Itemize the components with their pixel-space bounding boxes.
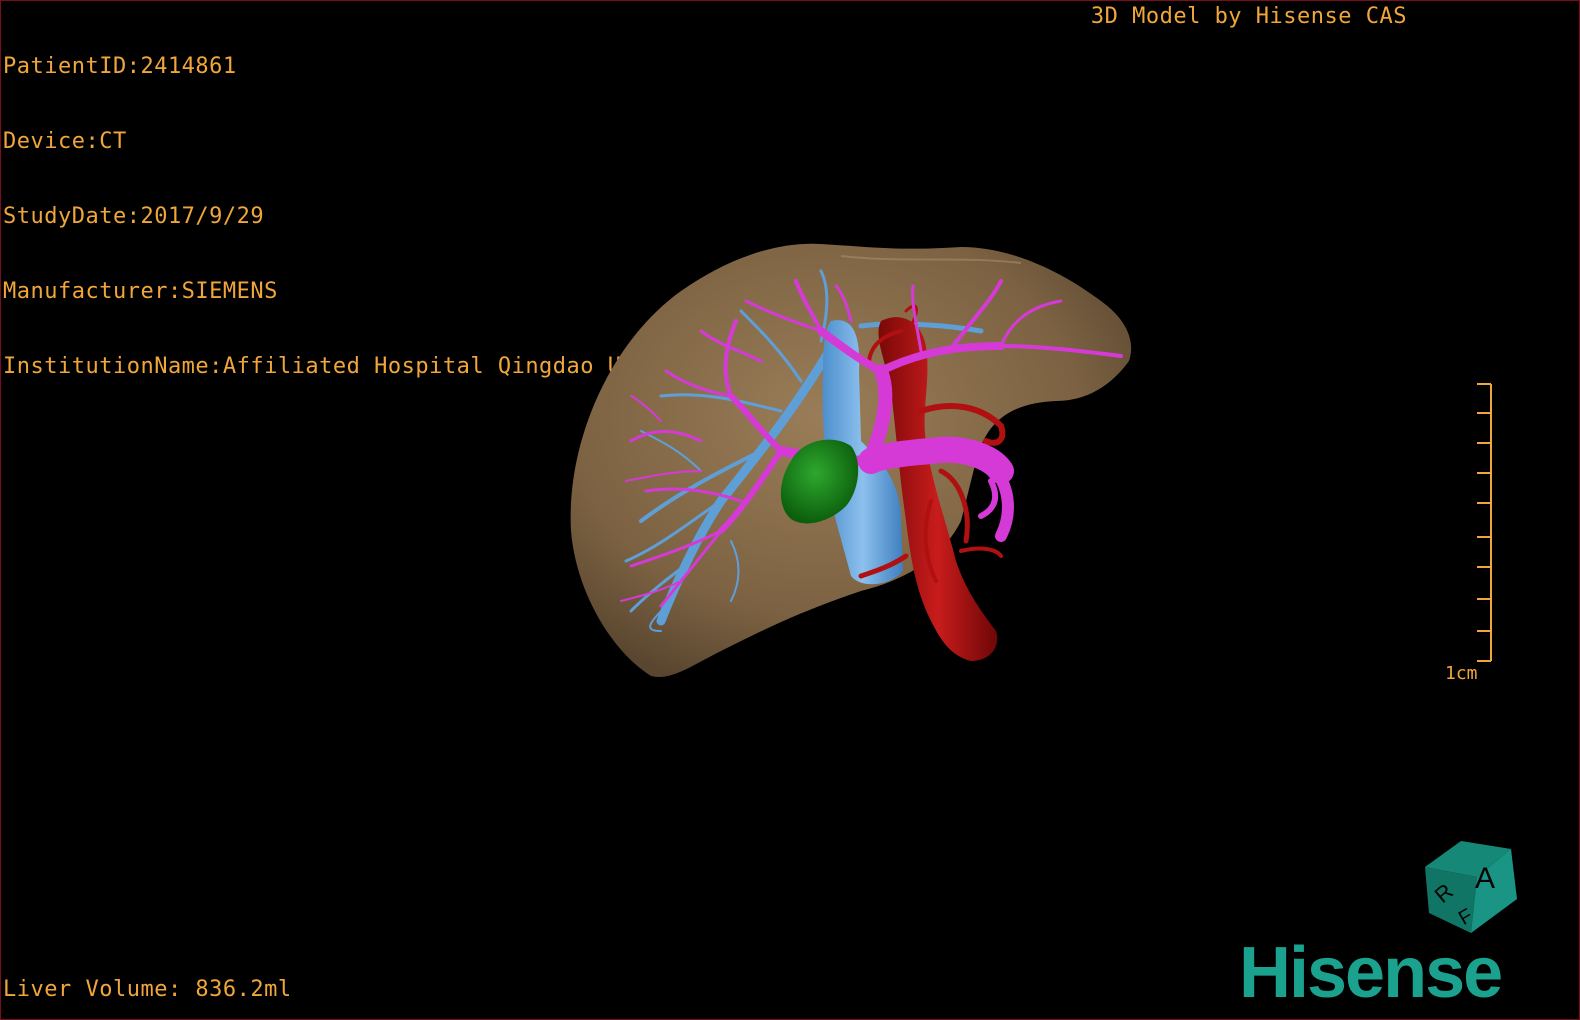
liver-volume: Liver Volume: 836.2ml [3,977,292,1002]
orientation-cube[interactable]: A R F [1425,841,1517,933]
scale-bar [1477,383,1492,662]
liver-3d-model[interactable]: A R F [1,1,1579,1019]
3d-viewport[interactable]: PatientID:2414861 Device:CT StudyDate:20… [0,0,1580,1020]
hisense-logo: Hisense [1239,933,1503,1013]
scale-label: 1cm [1445,663,1478,684]
cube-face-a: A [1475,862,1495,895]
